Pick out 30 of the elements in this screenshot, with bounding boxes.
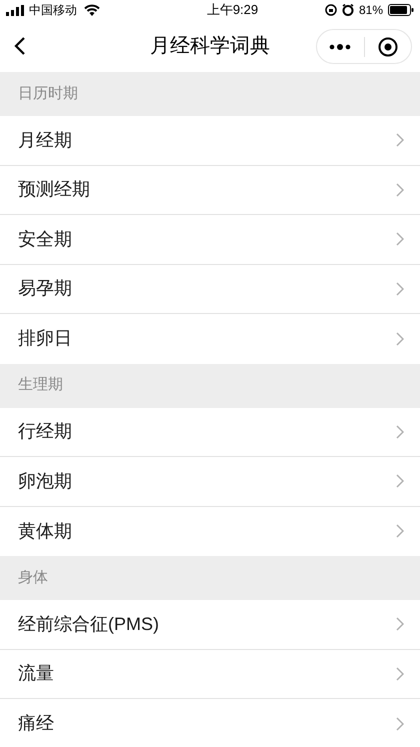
chevron-icon [396, 716, 404, 731]
battery-icon [388, 4, 414, 16]
section-header: 日历时期 [18, 84, 78, 104]
chevron-icon [396, 182, 404, 197]
section-header: 生理期 [18, 375, 63, 396]
chevron-icon [396, 282, 404, 296]
chevron-icon [396, 332, 404, 346]
back-icon [14, 36, 26, 56]
section-header: 身体 [18, 568, 48, 588]
list-item[interactable]: 易孕期 [0, 264, 420, 314]
page-title: 月经科学词典 [150, 34, 270, 59]
chevron-icon [396, 617, 404, 632]
carrier-name: 中国移动 [29, 2, 77, 19]
list-item[interactable]: 预测经期 [0, 166, 420, 215]
list-item[interactable]: 行经期 [0, 408, 420, 457]
chevron-icon [396, 424, 404, 439]
clock-time: 上午9:29 [206, 1, 258, 20]
chevron-icon [396, 524, 404, 538]
alarm-icon [342, 4, 354, 16]
more-icon [329, 44, 352, 50]
chevron-icon [396, 666, 404, 681]
list-item[interactable]: 流量 [0, 650, 420, 699]
signal-icon [6, 4, 26, 16]
target-icon [378, 36, 398, 56]
chevron-icon [396, 474, 404, 488]
chevron-icon [396, 232, 404, 246]
chevron-icon [396, 133, 404, 148]
wifi-icon [84, 4, 100, 16]
battery-percent: 81% [358, 2, 383, 19]
rotation-lock-icon [324, 4, 337, 16]
